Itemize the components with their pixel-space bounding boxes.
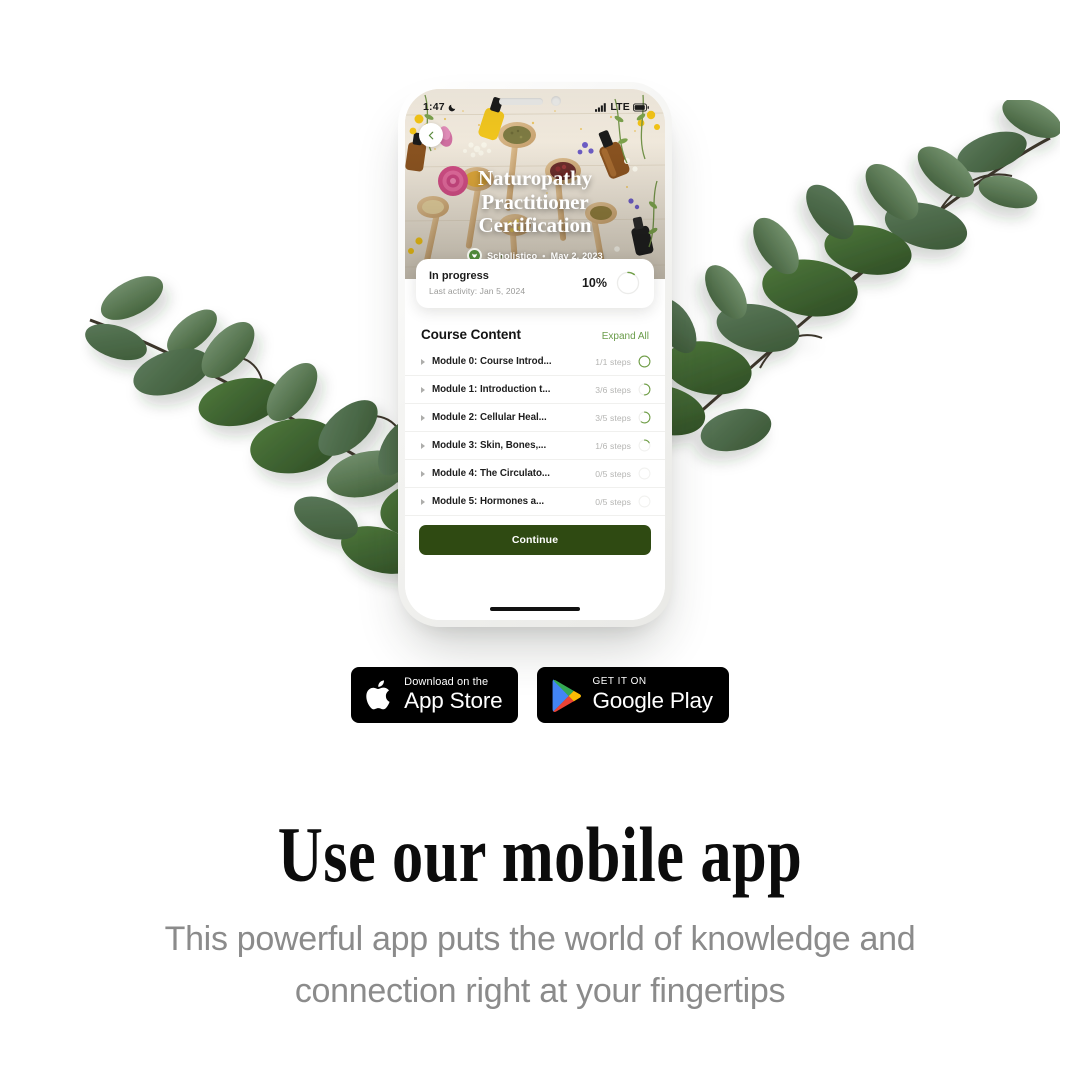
- module-steps: 3/5 steps: [595, 412, 631, 423]
- cellular-signal-icon: [595, 102, 607, 112]
- chevron-right-icon[interactable]: [421, 470, 425, 477]
- phone-notch: [499, 94, 571, 108]
- phone-screen: 1:47 LTE Naturopathy Practitioner Certif…: [405, 89, 665, 620]
- last-activity: Last activity: Jan 5, 2024: [429, 286, 526, 296]
- course-title-line-1: Naturopathy: [477, 166, 593, 190]
- module-list-item[interactable]: Module 0: Course Introd... 1/1 steps: [405, 348, 665, 376]
- phone-frame: 1:47 LTE Naturopathy Practitioner Certif…: [398, 82, 672, 627]
- app-store-badge[interactable]: Download on the App Store: [351, 667, 519, 723]
- module-progress-ring: [638, 355, 651, 368]
- module-title: Module 5: Hormones a...: [432, 496, 545, 507]
- page-subtitle: This powerful app puts the world of know…: [164, 920, 916, 1010]
- module-progress-ring: [638, 495, 651, 508]
- phone-mockup: 1:47 LTE Naturopathy Practitioner Certif…: [398, 82, 672, 627]
- continue-button[interactable]: Continue: [419, 525, 651, 555]
- module-title: Module 1: Introduction t...: [432, 384, 551, 395]
- module-title: Module 2: Cellular Heal...: [432, 412, 547, 423]
- module-steps: 0/5 steps: [595, 468, 631, 479]
- module-progress-ring: [638, 411, 651, 424]
- app-store-small-text: Download on the: [404, 675, 489, 688]
- module-steps: 1/6 steps: [595, 440, 631, 451]
- module-steps: 3/6 steps: [595, 384, 631, 395]
- store-badges: Download on the App Store GET IT ON Goog…: [0, 667, 1080, 723]
- module-steps: 0/5 steps: [595, 496, 631, 507]
- module-list-item[interactable]: Module 3: Skin, Bones,... 1/6 steps: [405, 432, 665, 460]
- module-list-item[interactable]: Module 2: Cellular Heal... 3/5 steps: [405, 404, 665, 432]
- module-list-item[interactable]: Module 4: The Circulato... 0/5 steps: [405, 460, 665, 488]
- apple-logo-icon: [366, 680, 390, 710]
- chevron-right-icon[interactable]: [421, 386, 425, 393]
- app-store-big-text: App Store: [404, 688, 503, 714]
- module-title: Module 3: Skin, Bones,...: [432, 440, 547, 451]
- earpiece-speaker: [499, 97, 543, 105]
- google-play-logo-icon: [553, 678, 582, 712]
- front-camera: [551, 96, 561, 106]
- module-title: Module 4: The Circulato...: [432, 468, 550, 479]
- network-type: LTE: [610, 101, 630, 113]
- progress-percent: 10%: [581, 276, 607, 290]
- module-title: Module 0: Course Introd...: [432, 356, 552, 367]
- chevron-right-icon[interactable]: [421, 498, 425, 505]
- module-list-item[interactable]: Module 5: Hormones a... 0/5 steps: [405, 488, 665, 516]
- module-progress-ring: [638, 383, 651, 396]
- course-content-sheet: Course Content Expand All Module 0: Cour…: [405, 279, 665, 620]
- progress-card: In progress Last activity: Jan 5, 2024 1…: [416, 259, 654, 308]
- course-title-line-3: Certification: [478, 213, 592, 238]
- progress-status: In progress: [429, 270, 489, 282]
- chevron-right-icon[interactable]: [421, 414, 425, 421]
- expand-all-link[interactable]: Expand All: [602, 331, 649, 342]
- battery-icon: [633, 103, 649, 112]
- status-time: 1:47: [423, 101, 445, 113]
- chevron-right-icon[interactable]: [421, 358, 425, 365]
- course-progress-ring: [616, 271, 640, 295]
- course-content-heading: Course Content: [421, 327, 521, 342]
- chevron-left-icon: [428, 131, 433, 139]
- crescent-moon-icon: [448, 104, 456, 111]
- module-list-item[interactable]: Module 1: Introduction t... 3/6 steps: [405, 376, 665, 404]
- module-progress-ring: [638, 467, 651, 480]
- chevron-right-icon[interactable]: [421, 442, 425, 449]
- home-indicator: [490, 607, 580, 611]
- module-steps: 1/1 steps: [595, 356, 631, 367]
- course-title: Naturopathy Practitioner Certification: [405, 166, 665, 238]
- module-list: Module 0: Course Introd... 1/1 steps Mod…: [405, 348, 665, 516]
- google-play-small-text: GET IT ON: [592, 676, 647, 688]
- google-play-badge[interactable]: GET IT ON Google Play: [537, 667, 729, 723]
- course-hero: 1:47 LTE Naturopathy Practitioner Certif…: [405, 89, 665, 279]
- back-button[interactable]: [419, 123, 443, 147]
- course-title-line-2: Practitioner: [481, 189, 589, 214]
- google-play-big-text: Google Play: [592, 687, 713, 713]
- module-progress-ring: [638, 439, 651, 452]
- eucalyptus-branch-right: [640, 100, 1060, 452]
- page-headline: Use our mobile app: [277, 811, 803, 899]
